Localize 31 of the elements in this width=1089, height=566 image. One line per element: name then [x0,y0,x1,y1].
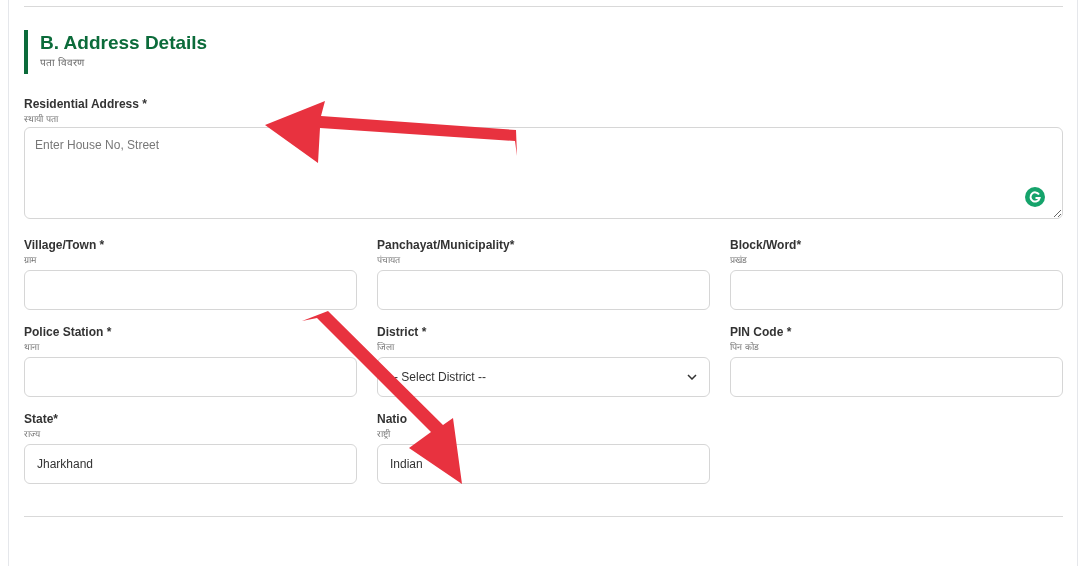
input-field[interactable] [24,270,357,310]
field-sublabel: राष्ट्री [377,428,392,440]
field-label: Panchayat/Municipality* [377,237,516,254]
field-sublabel: पिन कोड [730,341,760,353]
field-label: Natio [377,411,408,428]
field-label: Residential Address * [24,96,148,113]
field-sublabel: ग्राम [24,254,38,266]
field-label: Village/Town * [24,237,106,254]
field-sublabel: पंचायत [377,254,401,266]
input-field[interactable] [730,270,1063,310]
field-label: Block/Word* [730,237,803,254]
field-label: District * [377,324,428,341]
district-dropdown[interactable]: -- Select District -- [377,357,710,397]
input-field[interactable] [24,357,357,397]
field-sublabel: राज्य [24,428,42,440]
field-sublabel: प्रखंड [730,254,748,266]
section-subtitle: पता विवरण [40,56,86,70]
field-sublabel: जिला [377,341,396,353]
section-title: B. Address Details [40,31,209,55]
grammar-assistant-icon[interactable] [1025,187,1045,207]
input-field[interactable]: Jharkhand [24,444,357,484]
address-textarea[interactable]: Enter House No, Street [24,127,1063,219]
field-label: PIN Code * [730,324,793,341]
chevron-down-icon [687,374,697,380]
input-field[interactable] [730,357,1063,397]
field-label: Police Station * [24,324,113,341]
input-field[interactable]: Indian [377,444,710,484]
field-sublabel: थाना [24,341,41,353]
input-field[interactable] [377,270,710,310]
field-sublabel: स्थायी पता [24,113,60,125]
field-label: State* [24,411,59,428]
